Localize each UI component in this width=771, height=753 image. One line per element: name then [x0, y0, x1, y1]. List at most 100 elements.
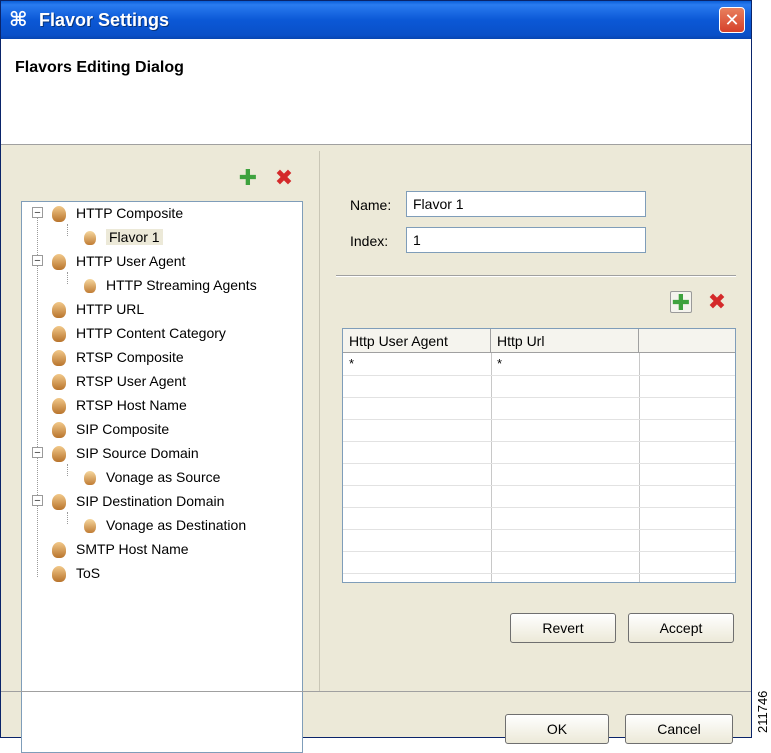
table-cell-url[interactable]: * [491, 353, 639, 375]
tree-item-label: SIP Destination Domain [76, 493, 225, 509]
flavor-icon [52, 398, 66, 415]
column-header-url[interactable]: Http Url [491, 329, 639, 353]
flavor-tree-pane: ✚ ✖ − HTTP Composite Flavor 1 − HTTP Use… [11, 151, 313, 753]
flavor-icon [52, 326, 66, 343]
delete-flavor-button[interactable]: ✖ [273, 167, 295, 189]
delete-icon: ✖ [707, 289, 727, 314]
tree-item-label: RTSP Host Name [76, 397, 187, 413]
table-cell-user-agent[interactable]: * [343, 353, 491, 375]
dialog-header: Flavors Editing Dialog [1, 39, 751, 145]
grid-line [343, 529, 735, 530]
flavor-icon [52, 254, 66, 271]
tree-item[interactable]: − HTTP User Agent [30, 250, 185, 272]
window-title: Flavor Settings [39, 10, 170, 30]
tree-item-label: RTSP User Agent [76, 373, 186, 389]
index-field[interactable]: 1 [406, 227, 646, 253]
grid-line [343, 375, 735, 376]
grid-line [343, 551, 735, 552]
grid-line [343, 507, 735, 508]
tree-item-label: SIP Source Domain [76, 445, 199, 461]
tree-item[interactable]: SIP Composite [52, 418, 169, 440]
collapse-toggle[interactable]: − [32, 495, 43, 507]
grid-line [343, 441, 735, 442]
tree-item[interactable]: HTTP Content Category [52, 322, 226, 344]
column-header-empty[interactable] [639, 329, 735, 353]
plus-icon: ✚ [671, 290, 691, 315]
tree-item[interactable]: Flavor 1 [84, 226, 163, 248]
tree-item-label: SIP Composite [76, 421, 170, 437]
figure-number: 211746 [753, 655, 771, 735]
grid-line [343, 485, 735, 486]
tree-item-label: HTTP URL [76, 301, 145, 317]
flavor-icon [52, 566, 66, 583]
flavor-details-pane: Name: Flavor 1 Index: 1 ✚ ✖ Http User Ag… [319, 151, 752, 691]
tree-item-label: HTTP Content Category [76, 325, 226, 341]
plus-icon: ✚ [238, 165, 258, 190]
flavor-icon [84, 279, 96, 294]
name-field[interactable]: Flavor 1 [406, 191, 646, 217]
tree-item[interactable]: Vonage as Source [84, 466, 220, 488]
flavor-icon [52, 350, 66, 367]
flavor-icon [52, 374, 66, 391]
tree-item[interactable]: HTTP URL [52, 298, 144, 320]
tree-item-label: HTTP Streaming Agents [106, 277, 257, 293]
flavor-icon [52, 206, 66, 223]
grid-line [343, 573, 735, 574]
column-header-user-agent[interactable]: Http User Agent [343, 329, 491, 353]
tree-item[interactable]: − SIP Source Domain [30, 442, 199, 464]
add-flavor-button[interactable]: ✚ [237, 167, 259, 189]
tree-item-label: HTTP Composite [76, 205, 184, 221]
tree-item-label: SMTP Host Name [76, 541, 189, 557]
close-button[interactable]: ✕ [719, 7, 745, 33]
grid-line [343, 397, 735, 398]
tree-item-label: Flavor 1 [106, 229, 163, 245]
close-icon: ✕ [724, 10, 740, 30]
table-cell-extra[interactable] [639, 353, 735, 375]
tree-connector [67, 464, 68, 476]
flavor-table[interactable]: Http User Agent Http Url * * [342, 328, 736, 583]
section-divider [336, 275, 736, 277]
add-row-button[interactable]: ✚ [670, 290, 692, 315]
tree-connector [67, 512, 68, 524]
delete-icon: ✖ [274, 165, 294, 190]
flavor-icon [52, 446, 66, 463]
title-bar[interactable]: ⌘ Flavor Settings ✕ [1, 1, 751, 39]
tree-item[interactable]: RTSP Composite [52, 346, 184, 368]
flavor-icon [52, 422, 66, 439]
collapse-toggle[interactable]: − [32, 207, 43, 219]
collapse-toggle[interactable]: − [32, 447, 43, 459]
grid-line [343, 463, 735, 464]
index-label: Index: [350, 233, 389, 249]
footer-divider [1, 691, 751, 692]
flavor-icon [84, 519, 96, 534]
column-divider [491, 353, 492, 582]
tree-item-label: RTSP Composite [76, 349, 184, 365]
revert-button[interactable]: Revert [510, 613, 616, 643]
tree-connector [67, 224, 68, 236]
cancel-button[interactable]: Cancel [625, 714, 733, 744]
tree-connector [67, 272, 68, 284]
flavor-icon [84, 471, 96, 486]
accept-button[interactable]: Accept [628, 613, 734, 643]
flavor-icon [52, 302, 66, 319]
tree-item[interactable]: − SIP Destination Domain [30, 490, 224, 512]
tree-item[interactable]: HTTP Streaming Agents [84, 274, 257, 296]
tree-item[interactable]: ToS [52, 562, 100, 584]
column-divider [639, 353, 640, 582]
collapse-toggle[interactable]: − [32, 255, 43, 267]
tree-item-label: Vonage as Source [106, 469, 221, 485]
tree-item[interactable]: RTSP Host Name [52, 394, 187, 416]
flavor-icon [84, 231, 96, 246]
ok-button[interactable]: OK [505, 714, 609, 744]
tree-item-label: ToS [76, 565, 101, 581]
tree-item[interactable]: Vonage as Destination [84, 514, 246, 536]
delete-row-button[interactable]: ✖ [706, 291, 728, 313]
tree-item[interactable]: SMTP Host Name [52, 538, 189, 560]
flavor-tree[interactable]: − HTTP Composite Flavor 1 − HTTP User Ag… [21, 201, 303, 753]
tree-item[interactable]: RTSP User Agent [52, 370, 186, 392]
cisco-icon: ⌘ [9, 9, 28, 31]
flavor-settings-dialog: ⌘ Flavor Settings ✕ Flavors Editing Dial… [0, 0, 752, 753]
flavor-icon [52, 494, 66, 511]
flavor-icon [52, 542, 66, 559]
tree-item[interactable]: − HTTP Composite [30, 202, 183, 224]
